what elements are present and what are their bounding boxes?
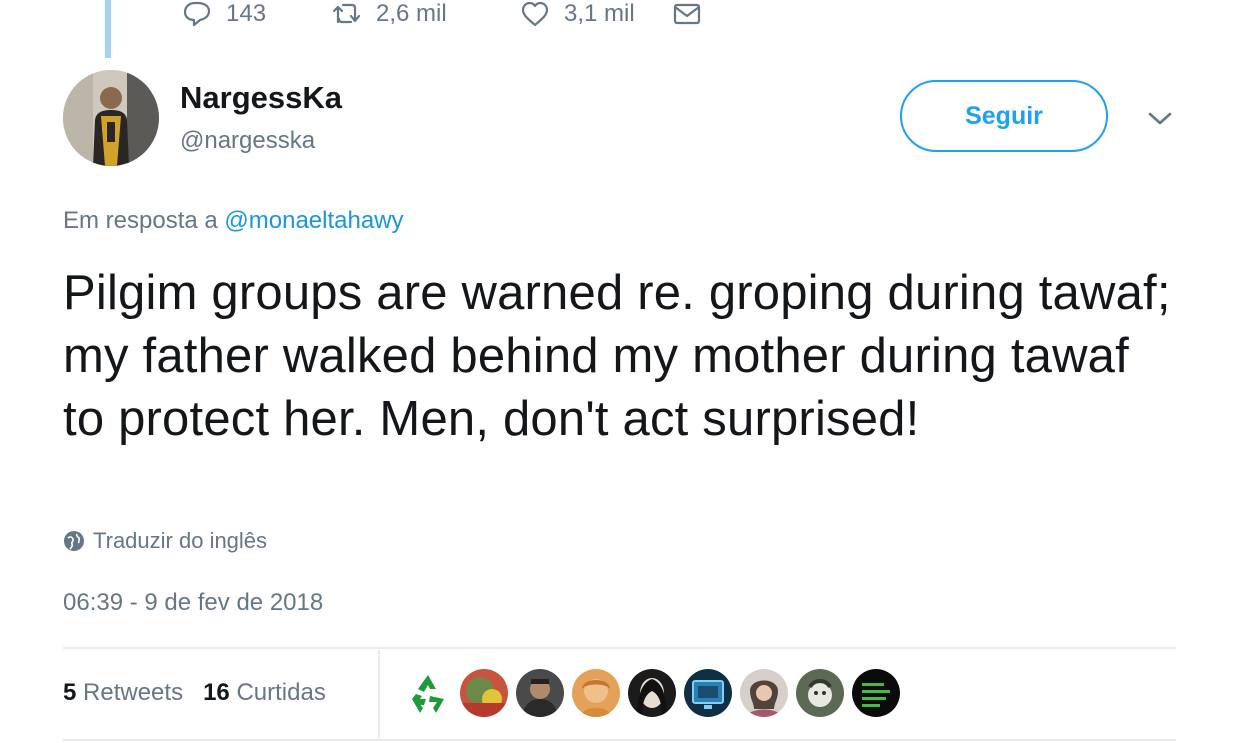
retweets-label: Retweets	[83, 679, 184, 706]
liker-avatars	[404, 668, 908, 718]
stats-vertical-divider	[378, 650, 380, 740]
more-options-button[interactable]	[1146, 106, 1174, 130]
follow-button[interactable]: Seguir	[900, 80, 1108, 152]
retweet-count: 2,6 mil	[376, 0, 447, 27]
liker-avatar-3-icon	[516, 669, 564, 717]
reply-context-prefix: Em resposta a	[63, 207, 218, 234]
like-count: 3,1 mil	[564, 0, 635, 27]
liker-avatar-6-icon	[684, 669, 732, 717]
likes-label: Curtidas	[236, 679, 326, 706]
chevron-down-icon	[1148, 112, 1172, 125]
reply-mention-link[interactable]: @monaeltahawy	[224, 207, 403, 234]
previous-tweet-actions: 143 2,6 mil 3,1 mil	[182, 0, 702, 28]
author-handle[interactable]: @nargesska	[180, 126, 315, 156]
retweet-action[interactable]: 2,6 mil	[332, 0, 520, 28]
author-avatar[interactable]	[63, 70, 159, 166]
tweet-text: Pilgim groups are warned re. groping dur…	[63, 266, 1171, 446]
retweet-icon	[332, 3, 361, 24]
message-action[interactable]	[672, 0, 702, 28]
liker-avatar-9-icon	[852, 669, 900, 717]
thread-connector-line	[105, 0, 111, 58]
liker-avatar[interactable]	[404, 669, 452, 717]
liker-avatar-4-icon	[572, 669, 620, 717]
reply-action[interactable]: 143	[182, 0, 332, 28]
tweet-timestamp[interactable]: 06:39 - 9 de fev de 2018	[63, 588, 323, 618]
liker-avatar[interactable]	[796, 669, 844, 717]
liker-avatar-2-icon	[460, 669, 508, 717]
message-icon	[673, 3, 701, 25]
likes-count: 16	[203, 679, 230, 706]
reply-context: Em resposta a @monaeltahawy	[63, 206, 404, 236]
like-icon	[521, 1, 549, 27]
stats-bottom-divider	[63, 739, 1176, 741]
liker-avatar[interactable]	[684, 669, 732, 717]
liker-avatar-8-icon	[796, 669, 844, 717]
translate-link[interactable]: Traduzir do inglês	[63, 528, 267, 554]
liker-avatar-5-icon	[628, 669, 676, 717]
recycle-icon	[404, 669, 452, 717]
tweet-stats: 5 Retweets 16 Curtidas	[63, 648, 326, 738]
reply-icon	[183, 1, 211, 27]
liker-avatar[interactable]	[572, 669, 620, 717]
user-avatar-icon	[63, 70, 159, 166]
liker-avatar[interactable]	[516, 669, 564, 717]
likes-stat[interactable]: 16 Curtidas	[203, 679, 326, 707]
author-display-name[interactable]: NargessKa	[180, 80, 342, 116]
globe-icon	[64, 531, 84, 551]
liker-avatar[interactable]	[628, 669, 676, 717]
reply-count: 143	[226, 0, 267, 27]
liker-avatar[interactable]	[852, 669, 900, 717]
like-action[interactable]: 3,1 mil	[520, 0, 672, 28]
liker-avatar[interactable]	[740, 669, 788, 717]
liker-avatar[interactable]	[460, 669, 508, 717]
retweets-stat[interactable]: 5 Retweets	[63, 679, 183, 707]
liker-avatar-7-icon	[740, 669, 788, 717]
translate-label: Traduzir do inglês	[93, 528, 268, 553]
retweets-count: 5	[63, 679, 77, 706]
